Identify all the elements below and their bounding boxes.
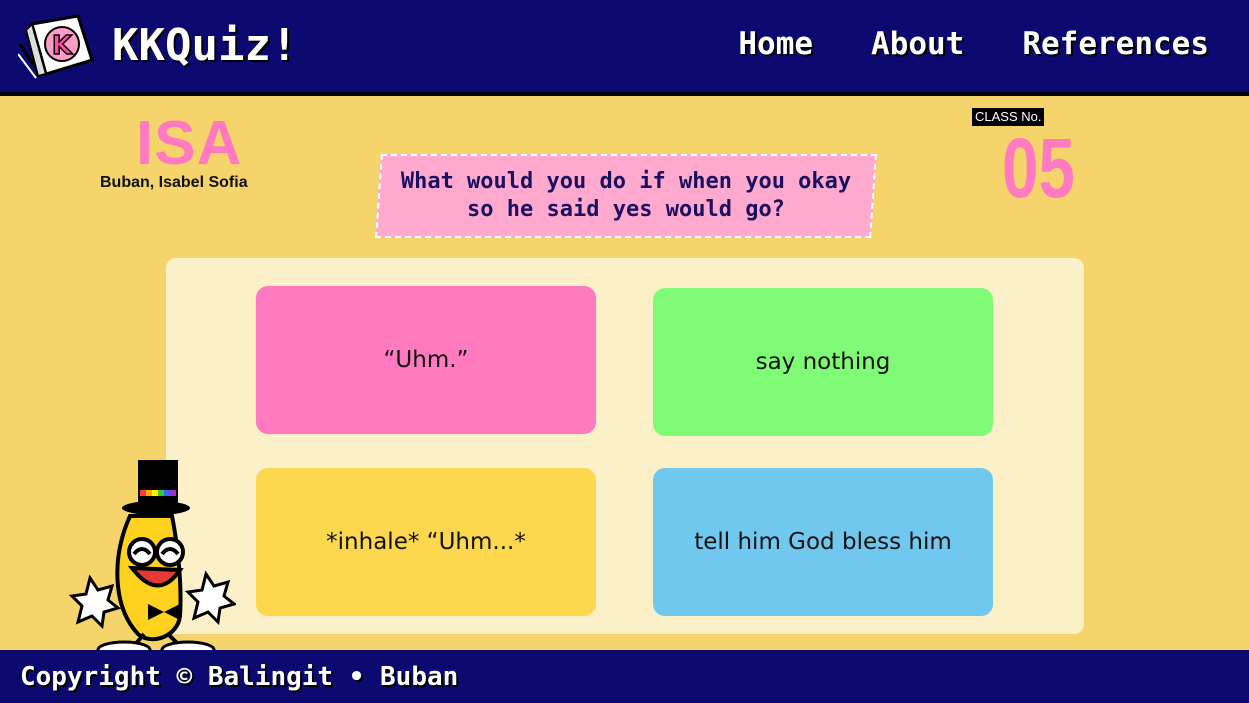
main-nav: Home About References [738, 26, 1209, 62]
question-card: What would you do if when you okay so he… [375, 154, 877, 238]
answer-option-1[interactable]: “Uhm.” [256, 286, 596, 434]
k-letter-cube-logo-icon[interactable]: K [18, 14, 94, 80]
nav-references-link[interactable]: References [1022, 26, 1209, 62]
answer-option-3[interactable]: *inhale* “Uhm...* [256, 468, 596, 616]
answer-option-4[interactable]: tell him God bless him [653, 468, 993, 616]
nav-home-link[interactable]: Home [738, 26, 813, 62]
question-text: What would you do if when you okay so he… [400, 169, 852, 222]
class-number: 05 [1002, 121, 1075, 215]
banana-top-hat-mascot-icon [68, 460, 236, 656]
nav-about-link[interactable]: About [871, 26, 964, 62]
header-bar: K KKQuiz! Home About References [0, 0, 1249, 96]
student-nickname: ISA [136, 109, 243, 178]
footer-copyright: Copyright © Balingit • Buban [20, 662, 459, 692]
answer-option-2[interactable]: say nothing [653, 288, 993, 436]
brand-title[interactable]: KKQuiz! [112, 20, 297, 71]
footer-bar: Copyright © Balingit • Buban [0, 650, 1249, 703]
svg-text:K: K [52, 31, 73, 61]
student-full-name: Buban, Isabel Sofia [100, 174, 248, 191]
